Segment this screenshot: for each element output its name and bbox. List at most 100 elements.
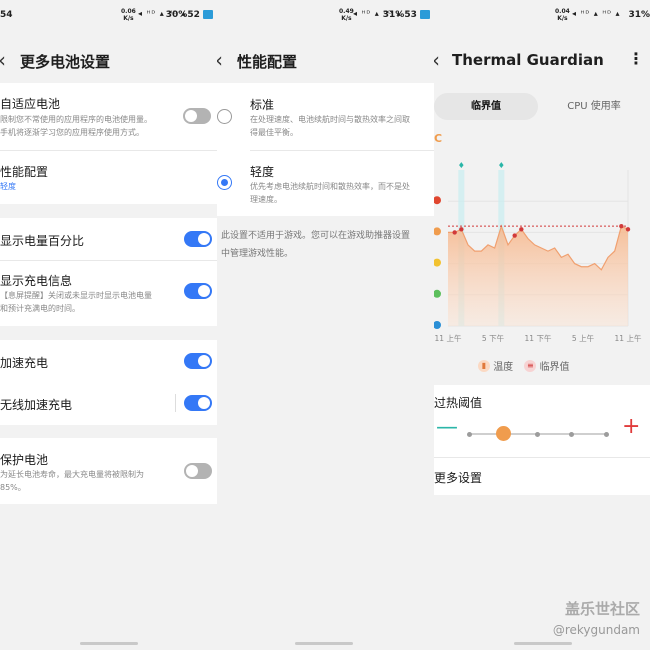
status-bar: 54 0.06 K/s ◂ ᵸᴰ ▴ ᴴᴰ ▴ 30%52 bbox=[0, 6, 217, 26]
level-face-icon bbox=[434, 289, 441, 298]
adaptive-battery-title: 自适应电池 bbox=[0, 97, 61, 111]
network-speed: 0.06 K/s bbox=[121, 8, 136, 22]
threshold-point bbox=[619, 223, 624, 229]
slider-tick[interactable] bbox=[535, 431, 540, 437]
chart-legend: ▮ 温度 ≡ 临界值 bbox=[478, 358, 570, 373]
protect-battery-row[interactable]: 保护电池 为延长电池寿命，最大充电量将被限制为 85%。 bbox=[0, 438, 217, 504]
battery-card: 自适应电池 限制您不常使用的应用程序的电池使用量。 手机将逐渐学习您的应用程序使… bbox=[0, 83, 217, 204]
more-settings-link[interactable]: 更多设置 bbox=[434, 469, 482, 486]
page-title: 更多电池设置 bbox=[20, 53, 111, 71]
game-note-line: 此设置不适用于游戏。您可以在游戏助推器设置 bbox=[221, 231, 411, 241]
slider-thumb[interactable] bbox=[495, 426, 511, 441]
threshold-icon: ≡ bbox=[524, 359, 537, 372]
level-face-icon bbox=[434, 321, 441, 329]
fast-charge-row[interactable]: 加速充电 bbox=[0, 340, 217, 382]
plus-icon[interactable]: + bbox=[622, 414, 640, 439]
more-vertical-icon[interactable]: ⋮ bbox=[628, 49, 644, 68]
wireless-fast-charge-toggle[interactable] bbox=[184, 395, 212, 411]
x-tick-label: 11 上午 bbox=[615, 333, 642, 343]
light-desc-2: 理速度。 bbox=[250, 195, 282, 204]
game-note: 此设置不适用于游戏。您可以在游戏助推器设置 中管理游戏性能。 bbox=[221, 227, 432, 263]
home-indicator[interactable] bbox=[80, 642, 138, 645]
protect-battery-title: 保护电池 bbox=[0, 453, 49, 467]
watermark-forum: 盖乐世社区 bbox=[564, 600, 640, 618]
status-time: 54 bbox=[0, 10, 13, 20]
app-icon bbox=[203, 10, 213, 19]
threshold-card: 过热阈值 — + 更多设置 bbox=[434, 385, 650, 495]
adaptive-battery-desc: 限制您不常使用的应用程序的电池使用量。 bbox=[0, 115, 152, 124]
light-title: 轻度 bbox=[250, 165, 275, 179]
battery-level: 31%53 bbox=[383, 10, 430, 20]
protect-card: 保护电池 为延长电池寿命，最大充电量将被限制为 85%。 bbox=[0, 438, 217, 504]
app-icon bbox=[420, 10, 430, 19]
performance-value: 轻度 bbox=[0, 182, 16, 191]
chevron-left-icon[interactable]: ‹ bbox=[434, 48, 440, 72]
threshold-point bbox=[512, 233, 517, 238]
divider bbox=[434, 457, 650, 458]
slider-tick[interactable] bbox=[466, 431, 472, 437]
page-header: ‹ 更多电池设置 bbox=[0, 45, 217, 75]
overheat-threshold-title: 过热阈值 bbox=[434, 396, 483, 410]
x-tick-label: 5 上午 bbox=[572, 333, 595, 343]
page-header: ‹ Thermal Guardian ⋮ bbox=[434, 45, 650, 75]
x-tick-label: 11 上午 bbox=[435, 333, 462, 343]
charge-info-desc-2: 和预计充满电的时间。 bbox=[0, 304, 80, 313]
option-standard[interactable]: 标准 在处理速度、电池续航时间与散热效率之间取 得最佳平衡。 bbox=[217, 83, 434, 150]
standard-title: 标准 bbox=[250, 98, 275, 112]
wireless-fast-charge-row[interactable]: 无线加速充电 bbox=[0, 382, 217, 425]
standard-desc-2: 得最佳平衡。 bbox=[250, 128, 298, 137]
battery-percent-toggle[interactable] bbox=[184, 231, 212, 247]
x-tick-label: 11 下午 bbox=[525, 333, 552, 343]
light-radio[interactable] bbox=[217, 175, 232, 190]
display-card: 显示电量百分比 显示充电信息 【息屏提醒】关闭或未显示时显示电池电量 和预计充满… bbox=[0, 218, 217, 326]
threshold-point bbox=[625, 227, 631, 232]
network-speed: 0.49 K/s bbox=[339, 8, 354, 22]
band-marker: ♦ bbox=[458, 161, 465, 170]
light-desc: 优先考虑电池续航时间和散热效率，而不是处 bbox=[250, 182, 410, 191]
home-indicator[interactable] bbox=[295, 642, 353, 645]
band-marker: ♦ bbox=[498, 161, 505, 170]
performance-panel: 0.49K/s ◂ ᵸᴰ ▴ ᴴᴰ ▴ 31%53 ‹ 性能配置 标准 在处理速… bbox=[217, 0, 434, 650]
standard-desc: 在处理速度、电池续航时间与散热效率之间取 bbox=[250, 115, 410, 124]
chevron-left-icon[interactable]: ‹ bbox=[0, 48, 6, 72]
adaptive-battery-desc-2: 手机将逐渐学习您的应用程序使用方式。 bbox=[0, 128, 144, 137]
adaptive-battery-toggle[interactable] bbox=[183, 108, 211, 124]
charge-info-title: 显示充电信息 bbox=[0, 274, 73, 288]
battery-percent-row[interactable]: 显示电量百分比 bbox=[0, 218, 217, 260]
threshold-point bbox=[452, 230, 457, 235]
level-face-icon bbox=[434, 227, 441, 236]
protect-battery-toggle[interactable] bbox=[184, 463, 212, 479]
fast-charge-toggle[interactable] bbox=[184, 353, 212, 369]
tab-threshold[interactable]: 临界值 bbox=[434, 93, 538, 120]
battery-level: 31% bbox=[628, 10, 650, 20]
standard-radio[interactable] bbox=[217, 109, 232, 124]
adaptive-battery-row[interactable]: 自适应电池 限制您不常使用的应用程序的电池使用量。 手机将逐渐学习您的应用程序使… bbox=[0, 83, 217, 150]
page-title: 性能配置 bbox=[237, 53, 298, 71]
tab-cpu-usage[interactable]: CPU 使用率 bbox=[542, 93, 646, 120]
chart-tabs: 临界值 CPU 使用率 bbox=[434, 93, 650, 120]
page-header: ‹ 性能配置 bbox=[217, 45, 434, 75]
signal-icons: ◂ ᵸᴰ ▴ ᴴᴰ ▴ bbox=[572, 9, 621, 18]
game-note-line-2: 中管理游戏性能。 bbox=[221, 249, 294, 259]
option-light[interactable]: 轻度 优先考虑电池续航时间和散热效率，而不是处 理速度。 bbox=[217, 151, 434, 216]
battery-settings-panel: 54 0.06K/s ◂ ᵸᴰ ▴ ᴴᴰ ▴ 30%52 ‹ 更多电池设置 自适… bbox=[0, 0, 217, 650]
temperature-area bbox=[448, 226, 628, 326]
legend-threshold: 临界值 bbox=[539, 362, 570, 373]
charge-info-toggle[interactable] bbox=[184, 283, 212, 299]
slider-tick[interactable] bbox=[569, 431, 575, 437]
thermometer-icon: ▮ bbox=[478, 359, 490, 372]
charge-info-row[interactable]: 显示充电信息 【息屏提醒】关闭或未显示时显示电池电量 和预计充满电的时间。 bbox=[0, 261, 217, 326]
temperature-unit: C bbox=[434, 132, 442, 145]
chevron-left-icon[interactable]: ‹ bbox=[217, 48, 223, 72]
slider-tick[interactable] bbox=[603, 431, 609, 437]
home-indicator[interactable] bbox=[514, 642, 572, 645]
threshold-point bbox=[519, 227, 524, 232]
status-bar: 0.04 K/s ◂ ᵸᴰ ▴ ᴴᴰ ▴ 31% bbox=[434, 6, 650, 26]
protect-battery-desc-2: 85%。 bbox=[0, 483, 26, 492]
threshold-slider[interactable] bbox=[434, 426, 650, 442]
temperature-chart: C ♦ ♦ 11 上午 5 下午 11 下午 5 上午 11 上午 bbox=[434, 132, 642, 343]
watermark-user: @rekygundam bbox=[552, 623, 640, 637]
thermal-guardian-panel: 0.04K/s ◂ ᵸᴰ ▴ ᴴᴰ ▴ 31% ‹ Thermal Guardi… bbox=[434, 0, 650, 650]
performance-row[interactable]: 性能配置 轻度 bbox=[0, 151, 217, 204]
performance-options-card: 标准 在处理速度、电池续航时间与散热效率之间取 得最佳平衡。 轻度 优先考虑电池… bbox=[217, 83, 434, 216]
